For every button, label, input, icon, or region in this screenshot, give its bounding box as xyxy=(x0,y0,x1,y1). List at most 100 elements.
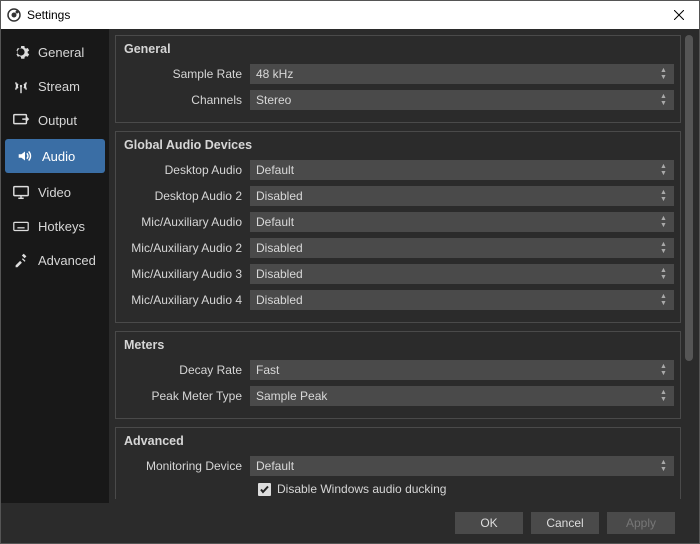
combo-value: Disabled xyxy=(256,267,303,281)
combo-value: Fast xyxy=(256,363,279,377)
button-bar: OK Cancel Apply xyxy=(1,503,699,543)
row-desktop-audio-2: Desktop Audio 2 Disabled ▲▼ xyxy=(122,184,674,208)
sidebar-item-advanced[interactable]: Advanced xyxy=(1,243,109,277)
combo-value: Default xyxy=(256,459,294,473)
combo-desktop-audio-2[interactable]: Disabled ▲▼ xyxy=(250,186,674,206)
body-main: General Stream xyxy=(1,29,699,503)
sidebar-item-output[interactable]: Output xyxy=(1,103,109,137)
vertical-scrollbar[interactable] xyxy=(683,35,695,443)
combo-value: Stereo xyxy=(256,93,291,107)
combo-sample-rate[interactable]: 48 kHz ▲▼ xyxy=(250,64,674,84)
label-mic-2: Mic/Auxiliary Audio 2 xyxy=(122,241,250,255)
window-body: General Stream xyxy=(1,29,699,543)
sidebar-item-general[interactable]: General xyxy=(1,35,109,69)
row-ducking: Disable Windows audio ducking xyxy=(122,482,674,496)
sidebar-item-video[interactable]: Video xyxy=(1,175,109,209)
group-title: Meters xyxy=(122,336,674,356)
row-channels: Channels Stereo ▲▼ xyxy=(122,88,674,112)
sidebar-item-audio[interactable]: Audio xyxy=(5,139,105,173)
spinner-icon: ▲▼ xyxy=(660,360,670,380)
cancel-button[interactable]: Cancel xyxy=(531,512,599,534)
group-general: General Sample Rate 48 kHz ▲▼ Channels S xyxy=(115,35,681,123)
group-meters: Meters Decay Rate Fast ▲▼ Peak Meter Typ… xyxy=(115,331,681,419)
sidebar-item-label: Video xyxy=(38,185,71,200)
label-decay: Decay Rate xyxy=(122,363,250,377)
label-channels: Channels xyxy=(122,93,250,107)
row-decay: Decay Rate Fast ▲▼ xyxy=(122,358,674,382)
speaker-icon xyxy=(15,146,35,166)
label-desktop-audio: Desktop Audio xyxy=(122,163,250,177)
ok-button[interactable]: OK xyxy=(455,512,523,534)
combo-mic-1[interactable]: Default ▲▼ xyxy=(250,212,674,232)
spinner-icon: ▲▼ xyxy=(660,290,670,310)
spinner-icon: ▲▼ xyxy=(660,64,670,84)
output-icon xyxy=(11,110,31,130)
spinner-icon: ▲▼ xyxy=(660,386,670,406)
sidebar-item-label: General xyxy=(38,45,84,60)
combo-mic-3[interactable]: Disabled ▲▼ xyxy=(250,264,674,284)
spinner-icon: ▲▼ xyxy=(660,238,670,258)
monitor-icon xyxy=(11,182,31,202)
label-mic-4: Mic/Auxiliary Audio 4 xyxy=(122,293,250,307)
group-title: Advanced xyxy=(122,432,674,452)
label-mic-3: Mic/Auxiliary Audio 3 xyxy=(122,267,250,281)
sidebar-item-label: Advanced xyxy=(38,253,96,268)
spinner-icon: ▲▼ xyxy=(660,186,670,206)
combo-decay[interactable]: Fast ▲▼ xyxy=(250,360,674,380)
combo-value: Disabled xyxy=(256,293,303,307)
spinner-icon: ▲▼ xyxy=(660,212,670,232)
label-desktop-audio-2: Desktop Audio 2 xyxy=(122,189,250,203)
combo-monitoring[interactable]: Default ▲▼ xyxy=(250,456,674,476)
keyboard-icon xyxy=(11,216,31,236)
scroll-area: General Sample Rate 48 kHz ▲▼ Channels S xyxy=(115,35,681,499)
combo-mic-2[interactable]: Disabled ▲▼ xyxy=(250,238,674,258)
row-sample-rate: Sample Rate 48 kHz ▲▼ xyxy=(122,62,674,86)
combo-value: Default xyxy=(256,163,294,177)
window-title: Settings xyxy=(27,8,659,22)
checkbox-ducking[interactable] xyxy=(258,483,271,496)
label-monitoring: Monitoring Device xyxy=(122,459,250,473)
gear-icon xyxy=(11,42,31,62)
row-peak: Peak Meter Type Sample Peak ▲▼ xyxy=(122,384,674,408)
spinner-icon: ▲▼ xyxy=(660,456,670,476)
spinner-icon: ▲▼ xyxy=(660,90,670,110)
row-mic-3: Mic/Auxiliary Audio 3 Disabled ▲▼ xyxy=(122,262,674,286)
label-sample-rate: Sample Rate xyxy=(122,67,250,81)
row-mic-1: Mic/Auxiliary Audio Default ▲▼ xyxy=(122,210,674,234)
app-icon xyxy=(7,8,21,22)
sidebar-item-label: Hotkeys xyxy=(38,219,85,234)
antenna-icon xyxy=(11,76,31,96)
sidebar-item-label: Stream xyxy=(38,79,80,94)
label-mic-1: Mic/Auxiliary Audio xyxy=(122,215,250,229)
combo-value: Disabled xyxy=(256,189,303,203)
sidebar-item-label: Output xyxy=(38,113,77,128)
row-desktop-audio: Desktop Audio Default ▲▼ xyxy=(122,158,674,182)
sidebar-item-label: Audio xyxy=(42,149,75,164)
group-title: Global Audio Devices xyxy=(122,136,674,156)
combo-channels[interactable]: Stereo ▲▼ xyxy=(250,90,674,110)
combo-value: 48 kHz xyxy=(256,67,293,81)
group-title: General xyxy=(122,40,674,60)
group-advanced: Advanced Monitoring Device Default ▲▼ xyxy=(115,427,681,499)
row-mic-2: Mic/Auxiliary Audio 2 Disabled ▲▼ xyxy=(122,236,674,260)
combo-desktop-audio[interactable]: Default ▲▼ xyxy=(250,160,674,180)
combo-peak[interactable]: Sample Peak ▲▼ xyxy=(250,386,674,406)
close-icon[interactable] xyxy=(659,1,699,29)
scrollbar-thumb[interactable] xyxy=(685,35,693,361)
combo-value: Sample Peak xyxy=(256,389,327,403)
combo-value: Default xyxy=(256,215,294,229)
settings-window: Settings General xyxy=(0,0,700,544)
apply-button[interactable]: Apply xyxy=(607,512,675,534)
sidebar-item-hotkeys[interactable]: Hotkeys xyxy=(1,209,109,243)
sidebar: General Stream xyxy=(1,29,109,503)
content-pane: General Sample Rate 48 kHz ▲▼ Channels S xyxy=(109,29,699,503)
titlebar: Settings xyxy=(1,1,699,29)
spinner-icon: ▲▼ xyxy=(660,264,670,284)
label-ducking: Disable Windows audio ducking xyxy=(277,482,446,496)
sidebar-item-stream[interactable]: Stream xyxy=(1,69,109,103)
combo-mic-4[interactable]: Disabled ▲▼ xyxy=(250,290,674,310)
label-peak: Peak Meter Type xyxy=(122,389,250,403)
combo-value: Disabled xyxy=(256,241,303,255)
spinner-icon: ▲▼ xyxy=(660,160,670,180)
row-mic-4: Mic/Auxiliary Audio 4 Disabled ▲▼ xyxy=(122,288,674,312)
